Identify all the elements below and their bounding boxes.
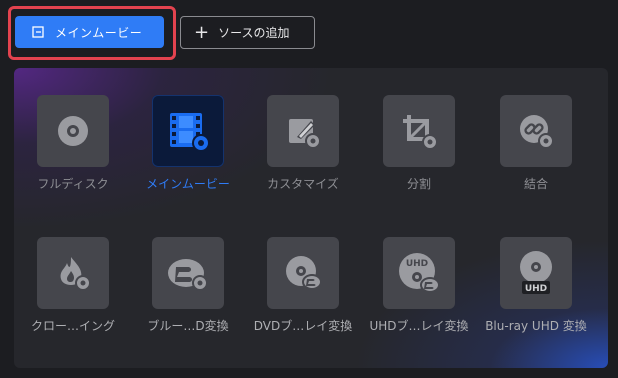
mode-main-movie[interactable]: メインムービー [123,95,253,192]
conversion-label: UHDブ…レイ変換 [369,319,469,333]
main-movie-tile-icon [152,95,224,167]
mode-label: カスタマイズ [267,177,339,191]
plus-icon: + [194,21,210,43]
mode-label: 分割 [406,177,431,191]
main-movie-small-icon [32,26,44,38]
bluray-uhd-tile-icon: UHD [500,237,572,309]
conversion-label: DVDブ…レイ変換 [253,319,353,333]
mode-label: メインムービー [146,177,230,191]
crop-icon [403,115,438,150]
mode-label: フルディスク [37,177,109,191]
conversion-label: Blu-ray UHD 変換 [485,319,587,333]
mode-label: 結合 [523,177,548,191]
clone-tile-icon [37,237,109,309]
bluray-tile-icon [152,237,224,309]
uhd-badge-text: UHD [525,284,547,294]
merge-tile-icon [500,95,572,167]
add-source-button-label: ソースの追加 [218,26,290,40]
edit-icon [289,119,321,149]
mode-split[interactable]: 分割 [354,95,484,192]
mode-full-disc[interactable]: フルディスク [14,95,138,192]
conversion-label: クロー…イング [30,319,115,333]
bluray-icon [168,259,208,291]
uhd-text: UHD [406,259,428,269]
main-movie-button[interactable]: メインムービー [15,16,164,48]
disc-icon [58,116,88,146]
mode-merge[interactable]: 結合 [471,95,601,192]
film-icon [170,113,210,152]
main-movie-button-label: メインムービー [55,25,143,40]
uhd-bluray-tile-icon: UHD [383,237,455,309]
mode-customize[interactable]: カスタマイズ [238,95,368,192]
mode-bluray-uhd[interactable]: UHD Blu-ray UHD 変換 [471,237,601,334]
full-disc-tile-icon [37,95,109,167]
flame-disc-icon [60,257,91,291]
dvd-bluray-tile-icon [267,237,339,309]
mode-dvd-bluray[interactable]: DVDブ…レイ変換 [238,237,368,334]
mode-bluray-convert[interactable]: ブルー…D変換 [123,237,253,334]
add-source-button[interactable]: + ソースの追加 [180,16,315,49]
link-icon [520,115,554,149]
bluray-uhd-icon: UHD [520,251,552,294]
split-tile-icon [383,95,455,167]
dvd-bluray-icon [286,256,322,290]
mode-panel: フルディスク メインムービー カスタマイズ 分割 結合 クロー…イング ブルー…… [14,68,608,368]
uhd-bluray-icon: UHD [399,253,440,293]
conversion-label: ブルー…D変換 [147,319,229,333]
customize-tile-icon [267,95,339,167]
mode-uhd-bluray[interactable]: UHD UHDブ…レイ変換 [354,237,484,334]
mode-clone[interactable]: クロー…イング [14,237,138,334]
